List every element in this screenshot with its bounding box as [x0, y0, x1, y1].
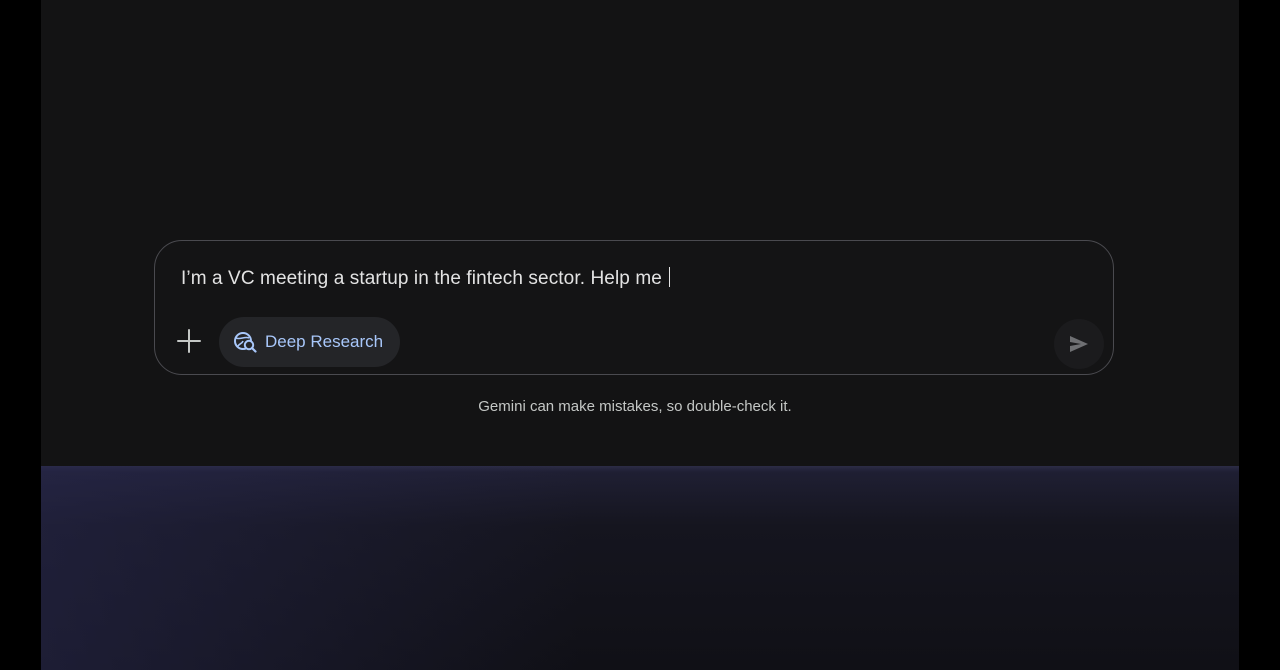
disclaimer-text: Gemini can make mistakes, so double-chec…: [478, 398, 792, 415]
plus-icon: [177, 329, 201, 353]
letterbox-left: [0, 0, 41, 670]
gemini-app: I’m a VC meeting a startup in the fintec…: [41, 0, 1239, 670]
prompt-input[interactable]: I’m a VC meeting a startup in the fintec…: [181, 267, 671, 290]
screen: I’m a VC meeting a startup in the fintec…: [0, 0, 1280, 670]
prompt-input-text: I’m a VC meeting a startup in the fintec…: [181, 268, 668, 289]
send-arrow-icon: [1070, 336, 1088, 352]
globe-search-icon: [234, 332, 257, 353]
text-caret: [669, 267, 671, 287]
add-button[interactable]: [173, 325, 205, 357]
deep-research-button[interactable]: Deep Research: [219, 317, 401, 367]
prompt-box[interactable]: I’m a VC meeting a startup in the fintec…: [154, 240, 1114, 375]
letterbox-right: [1239, 0, 1280, 670]
send-button[interactable]: [1054, 319, 1104, 369]
deep-research-label: Deep Research: [265, 332, 384, 351]
bottom-gradient-panel: [41, 466, 1239, 670]
